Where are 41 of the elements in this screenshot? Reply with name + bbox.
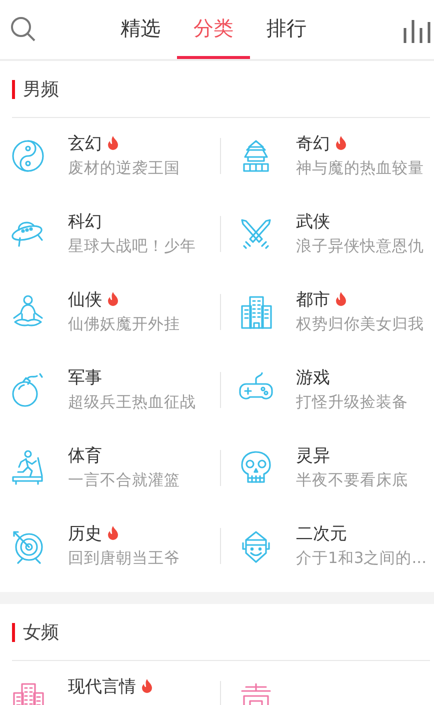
category-title[interactable]: 军事	[68, 366, 102, 389]
category-description: 一言不合就灌篮	[68, 470, 180, 491]
office-buildings-icon[interactable]	[220, 294, 274, 330]
category-title[interactable]: 历史	[68, 522, 102, 545]
treadmill-runner-icon[interactable]	[10, 450, 46, 486]
category-description: 介于1和3之间的...	[296, 548, 427, 569]
game-controller-icon[interactable]	[220, 372, 274, 408]
tab[interactable]: 排行	[250, 0, 323, 59]
category-title[interactable]: 仙侠	[68, 288, 102, 311]
target-with-arrow-icon[interactable]	[10, 528, 46, 564]
category-description: 权势归你美女归我	[296, 314, 424, 335]
category-title[interactable]: 奇幻	[296, 132, 330, 155]
crossed-swords-icon[interactable]	[220, 216, 274, 252]
yin-yang-icon[interactable]	[10, 138, 46, 174]
category-title[interactable]: 都市	[296, 288, 330, 311]
tab[interactable]: 精选	[104, 0, 177, 59]
category-description: 回到唐朝当王爷	[68, 548, 180, 569]
section-title: 男频	[23, 78, 59, 101]
category-title[interactable]: 灵异	[296, 444, 330, 467]
tab[interactable]: 分类	[177, 0, 250, 59]
search-icon[interactable]	[10, 16, 38, 44]
category-description: 超级兵王热血征战	[68, 392, 196, 413]
category-description: 废材的逆袭王国	[68, 158, 180, 179]
section-marker	[12, 80, 15, 98]
category-title[interactable]: 二次元	[296, 522, 347, 545]
category-title[interactable]: 现代言情	[68, 675, 136, 698]
bomb-icon[interactable]	[10, 372, 46, 408]
category-description: 星球大战吧！少年	[68, 236, 196, 257]
section-title: 女频	[23, 621, 59, 644]
category-description: 浪子异侠快意恩仇	[296, 236, 424, 257]
category-description: 神与魔的热血较量	[296, 158, 424, 179]
category-description: 半夜不要看床底	[296, 470, 408, 491]
category-description: 打怪升级捡装备	[296, 392, 408, 413]
category-title[interactable]: 玄幻	[68, 132, 102, 155]
section-marker	[12, 622, 15, 642]
category-title[interactable]: 武侠	[296, 210, 330, 233]
category-title[interactable]: 科幻	[68, 210, 102, 233]
category-title[interactable]: 体育	[68, 444, 102, 467]
skull-icon[interactable]	[220, 450, 274, 486]
category-title[interactable]: 游戏	[296, 366, 330, 389]
category-description: 仙佛妖魔开外挂	[68, 314, 180, 335]
